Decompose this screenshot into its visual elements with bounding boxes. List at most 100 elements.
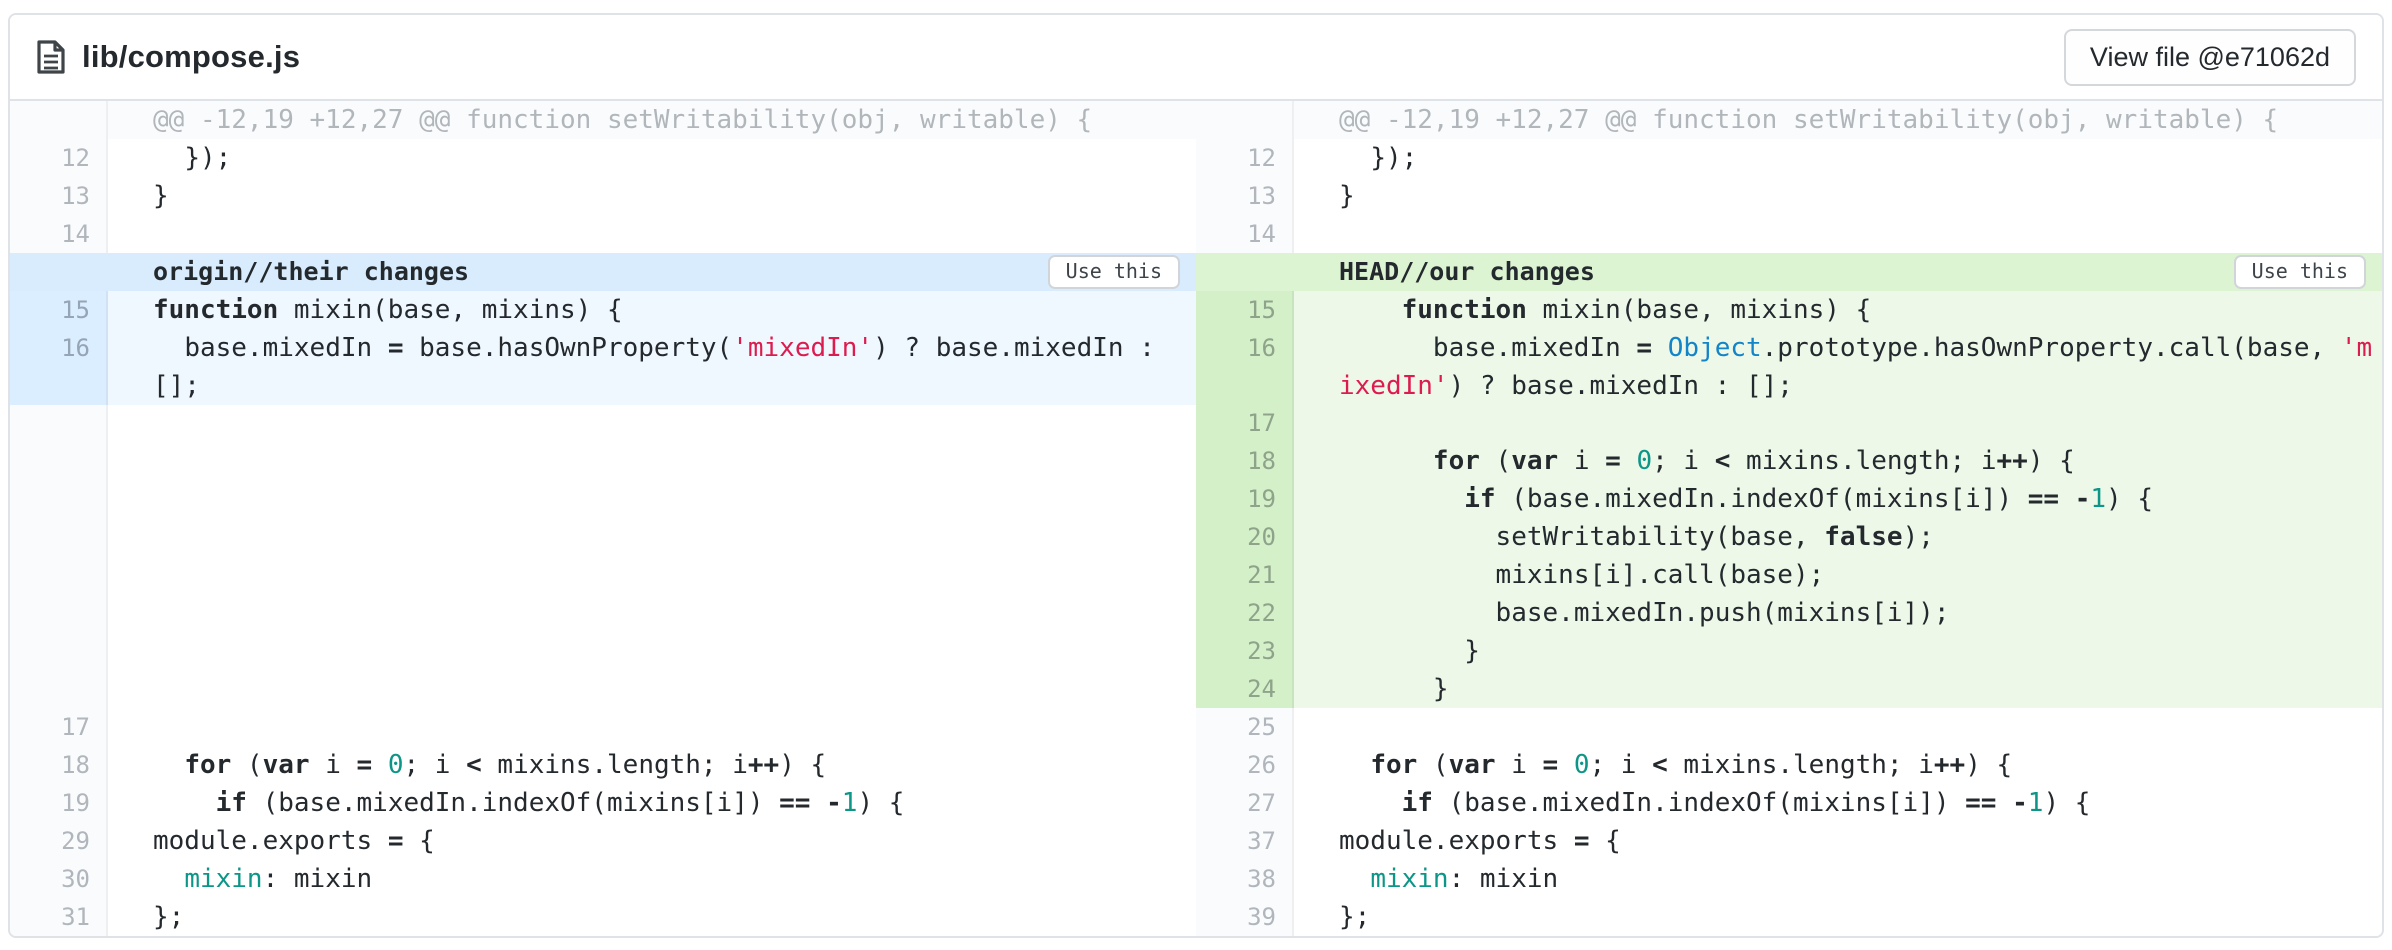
line-number: 24 xyxy=(1196,670,1294,708)
conflict-label: HEAD//our changes xyxy=(1339,253,1595,291)
code-line[interactable]: base.mixedIn = base.hasOwnProperty('mixe… xyxy=(108,329,1196,405)
diff-line: 13} xyxy=(1196,177,2382,215)
code-line[interactable]: }); xyxy=(108,139,1196,177)
line-number: 17 xyxy=(10,708,108,746)
code-line[interactable] xyxy=(108,215,1196,253)
diff-line: 19 if (base.mixedIn.indexOf(mixins[i]) =… xyxy=(1196,480,2382,518)
code-line[interactable]: if (base.mixedIn.indexOf(mixins[i]) == -… xyxy=(108,784,1196,822)
line-number: 39 xyxy=(1196,898,1294,936)
line-number: 12 xyxy=(10,139,108,177)
diff-line: 39}; xyxy=(1196,898,2382,936)
diff-line: 38 mixin: mixin xyxy=(1196,860,2382,898)
hunk-header-text: @@ -12,19 +12,27 @@ function setWritabil… xyxy=(1294,101,2382,139)
diff-line: 14 xyxy=(1196,215,2382,253)
file-header: lib/compose.js View file @e71062d xyxy=(10,15,2382,101)
line-number: 20 xyxy=(1196,518,1294,556)
line-number: 31 xyxy=(10,898,108,936)
code-line[interactable]: for (var i = 0; i < mixins.length; i++) … xyxy=(1294,442,2382,480)
diff-column-ours: @@ -12,19 +12,27 @@ function setWritabil… xyxy=(1196,101,2382,936)
diff-line: 15 function mixin(base, mixins) { xyxy=(1196,291,2382,329)
line-number: 19 xyxy=(1196,480,1294,518)
line-number: 14 xyxy=(1196,215,1294,253)
code-line[interactable] xyxy=(1294,404,2382,442)
diff-line: 16 base.mixedIn = Object.prototype.hasOw… xyxy=(1196,329,2382,404)
code-line[interactable]: } xyxy=(1294,670,2382,708)
diff-line: 29module.exports = { xyxy=(10,822,1196,860)
code-line[interactable]: setWritability(base, false); xyxy=(1294,518,2382,556)
line-number: 17 xyxy=(1196,404,1294,442)
line-number: 27 xyxy=(1196,784,1294,822)
code-line[interactable]: }; xyxy=(108,898,1196,936)
code-line[interactable]: mixin: mixin xyxy=(1294,860,2382,898)
conflict-filler xyxy=(10,405,1196,708)
code-line[interactable]: module.exports = { xyxy=(1294,822,2382,860)
diff-line: 27 if (base.mixedIn.indexOf(mixins[i]) =… xyxy=(1196,784,2382,822)
diff-line: 13} xyxy=(10,177,1196,215)
line-number xyxy=(10,405,108,708)
line-number: 26 xyxy=(1196,746,1294,784)
diff-line: 22 base.mixedIn.push(mixins[i]); xyxy=(1196,594,2382,632)
diff-line: 23 } xyxy=(1196,632,2382,670)
split-diff: @@ -12,19 +12,27 @@ function setWritabil… xyxy=(10,101,2382,936)
use-this-button[interactable]: Use this xyxy=(1048,255,1180,289)
line-number: 38 xyxy=(1196,860,1294,898)
line-number: 19 xyxy=(10,784,108,822)
diff-line: 17 xyxy=(1196,404,2382,442)
diff-line: 12 }); xyxy=(10,139,1196,177)
use-this-button[interactable]: Use this xyxy=(2234,255,2366,289)
diff-line: 26 for (var i = 0; i < mixins.length; i+… xyxy=(1196,746,2382,784)
line-number: 23 xyxy=(1196,632,1294,670)
code-line[interactable]: for (var i = 0; i < mixins.length; i++) … xyxy=(108,746,1196,784)
hunk-header-row: @@ -12,19 +12,27 @@ function setWritabil… xyxy=(1196,101,2382,139)
code-line[interactable]: base.mixedIn = Object.prototype.hasOwnPr… xyxy=(1294,329,2382,404)
code-line[interactable]: mixins[i].call(base); xyxy=(1294,556,2382,594)
code-line[interactable]: if (base.mixedIn.indexOf(mixins[i]) == -… xyxy=(1294,784,2382,822)
line-number: 16 xyxy=(10,329,108,405)
line-number xyxy=(10,101,108,139)
line-number: 15 xyxy=(1196,291,1294,329)
conflict-header-row: HEAD//our changes Use this xyxy=(1196,253,2382,291)
diff-line: 25 xyxy=(1196,708,2382,746)
code-line[interactable]: mixin: mixin xyxy=(108,860,1196,898)
line-number: 12 xyxy=(1196,139,1294,177)
line-number: 16 xyxy=(1196,329,1294,404)
file-document-icon xyxy=(36,39,66,75)
line-number: 13 xyxy=(1196,177,1294,215)
diff-line: 30 mixin: mixin xyxy=(10,860,1196,898)
line-number: 14 xyxy=(10,215,108,253)
code-line[interactable] xyxy=(1294,215,2382,253)
line-number: 22 xyxy=(1196,594,1294,632)
line-number: 21 xyxy=(1196,556,1294,594)
code-line[interactable]: } xyxy=(108,177,1196,215)
diff-line: 16 base.mixedIn = base.hasOwnProperty('m… xyxy=(10,329,1196,405)
diff-line: 31}; xyxy=(10,898,1196,936)
line-number: 15 xyxy=(10,291,108,329)
code-line[interactable]: base.mixedIn.push(mixins[i]); xyxy=(1294,594,2382,632)
diff-line: 24 } xyxy=(1196,670,2382,708)
code-line[interactable]: module.exports = { xyxy=(108,822,1196,860)
code-line[interactable]: for (var i = 0; i < mixins.length; i++) … xyxy=(1294,746,2382,784)
diff-line: 14 xyxy=(10,215,1196,253)
code-line[interactable]: function mixin(base, mixins) { xyxy=(1294,291,2382,329)
diff-line: 21 mixins[i].call(base); xyxy=(1196,556,2382,594)
code-line[interactable]: } xyxy=(1294,177,2382,215)
file-path: lib/compose.js xyxy=(82,39,300,75)
line-number xyxy=(1196,101,1294,139)
diff-line: 17 xyxy=(10,708,1196,746)
conflict-label: origin//their changes xyxy=(153,253,469,291)
code-line[interactable]: if (base.mixedIn.indexOf(mixins[i]) == -… xyxy=(1294,480,2382,518)
code-line[interactable]: }); xyxy=(1294,139,2382,177)
conflict-header-row: origin//their changes Use this xyxy=(10,253,1196,291)
line-number: 37 xyxy=(1196,822,1294,860)
code-line[interactable] xyxy=(108,708,1196,746)
code-line[interactable]: function mixin(base, mixins) { xyxy=(108,291,1196,329)
diff-line: 20 setWritability(base, false); xyxy=(1196,518,2382,556)
file-diff-card: lib/compose.js View file @e71062d @@ -12… xyxy=(8,13,2384,938)
code-line[interactable]: } xyxy=(1294,632,2382,670)
code-line[interactable]: }; xyxy=(1294,898,2382,936)
line-number: 18 xyxy=(10,746,108,784)
line-number: 18 xyxy=(1196,442,1294,480)
view-file-button[interactable]: View file @e71062d xyxy=(2064,29,2356,86)
code-line[interactable] xyxy=(1294,708,2382,746)
code-line xyxy=(108,405,1196,708)
